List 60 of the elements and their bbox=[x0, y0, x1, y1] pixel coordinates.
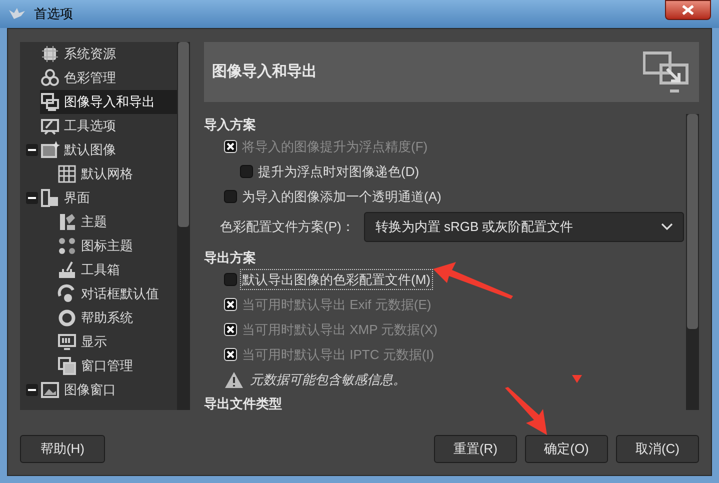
checkbox-label: 提升为浮点时对图像递色(D) bbox=[257, 162, 420, 181]
ring-icon bbox=[57, 308, 77, 328]
sidebar-item[interactable]: 系统资源 bbox=[40, 42, 177, 66]
dialog-button[interactable]: 取消(C) bbox=[616, 435, 699, 463]
sidebar-item[interactable]: 图标主题 bbox=[40, 234, 177, 258]
sidebar-item[interactable]: 对话框默认值 bbox=[40, 282, 177, 306]
checkbox-label: 当可用时默认导出 Exif 元数据(E) bbox=[241, 296, 432, 314]
sidebar-item[interactable]: 色彩管理 bbox=[40, 66, 177, 90]
close-icon bbox=[682, 5, 694, 15]
sidebar-item[interactable]: 帮助系统 bbox=[40, 306, 177, 330]
checkbox-label: 为导入的图像添加一个透明通道(A) bbox=[241, 188, 442, 206]
dialog-button[interactable]: 重置(R) bbox=[434, 435, 517, 463]
chip-icon bbox=[40, 44, 60, 64]
collapse-toggle[interactable] bbox=[26, 384, 38, 396]
panel-icon bbox=[40, 188, 60, 208]
annotation-arrow bbox=[505, 387, 547, 435]
windows-icon bbox=[57, 356, 77, 376]
chevron-down-icon bbox=[661, 223, 673, 231]
dialog-button[interactable]: 确定(O) bbox=[525, 435, 608, 463]
checkbox-label: 默认导出图像的色彩配置文件(M) bbox=[241, 270, 432, 290]
image-star-icon bbox=[40, 140, 60, 160]
gauge-icon bbox=[57, 284, 77, 304]
sidebar-item[interactable]: 主题 bbox=[40, 210, 177, 234]
sidebar-item[interactable]: 图像导入和导出 bbox=[40, 90, 177, 114]
panel-title: 图像导入和导出 bbox=[212, 62, 317, 82]
profile-dropdown[interactable]: 转换为内置 sRGB 或灰阶配置文件 bbox=[364, 212, 684, 242]
section-heading: 导出文件类型 bbox=[204, 395, 283, 410]
monitor-icon bbox=[40, 92, 60, 112]
sidebar-item[interactable]: 默认网格 bbox=[40, 162, 177, 186]
dropdown-label: 色彩配置文件方案(P)： bbox=[220, 218, 354, 236]
section-heading: 导入方案 bbox=[204, 116, 257, 134]
sidebar-item[interactable]: 窗口管理 bbox=[40, 354, 177, 378]
close-button[interactable] bbox=[665, 0, 711, 20]
sidebar-item[interactable]: 工具选项 bbox=[40, 114, 177, 138]
warning-icon bbox=[224, 371, 244, 389]
monitor-import-icon bbox=[643, 51, 691, 93]
display-icon bbox=[57, 332, 77, 352]
collapse-toggle[interactable] bbox=[26, 144, 38, 156]
sidebar-item[interactable]: 默认图像 bbox=[40, 138, 177, 162]
sidebar-item[interactable]: 显示 bbox=[40, 330, 177, 354]
circles-icon bbox=[40, 68, 60, 88]
sidebar-item[interactable]: 工具箱 bbox=[40, 258, 177, 282]
image-icon bbox=[40, 380, 60, 400]
checkbox[interactable] bbox=[224, 190, 237, 203]
window-title: 首选项 bbox=[34, 5, 73, 24]
grid-icon bbox=[57, 164, 77, 184]
checkbox-label: 当可用时默认导出 XMP 元数据(X) bbox=[241, 320, 438, 339]
collapse-toggle[interactable] bbox=[26, 192, 38, 204]
easel-icon bbox=[40, 116, 60, 136]
checkbox-label: 当可用时默认导出 IPTC 元数据(I) bbox=[241, 346, 436, 364]
checkbox-label: 将导入的图像提升为浮点精度(F) bbox=[241, 138, 429, 156]
sidebar-item[interactable]: 界面 bbox=[40, 186, 177, 210]
warning-text: 元数据可能包含敏感信息。 bbox=[250, 371, 406, 390]
annotation-triangle bbox=[572, 375, 582, 383]
section-heading: 导出方案 bbox=[204, 249, 257, 267]
checkbox[interactable] bbox=[224, 273, 237, 286]
sidebar-item[interactable]: 图像窗口 bbox=[40, 378, 177, 402]
checkbox[interactable] bbox=[240, 165, 253, 178]
dialog-button[interactable]: 帮助(H) bbox=[20, 435, 105, 463]
app-icon bbox=[8, 7, 26, 21]
